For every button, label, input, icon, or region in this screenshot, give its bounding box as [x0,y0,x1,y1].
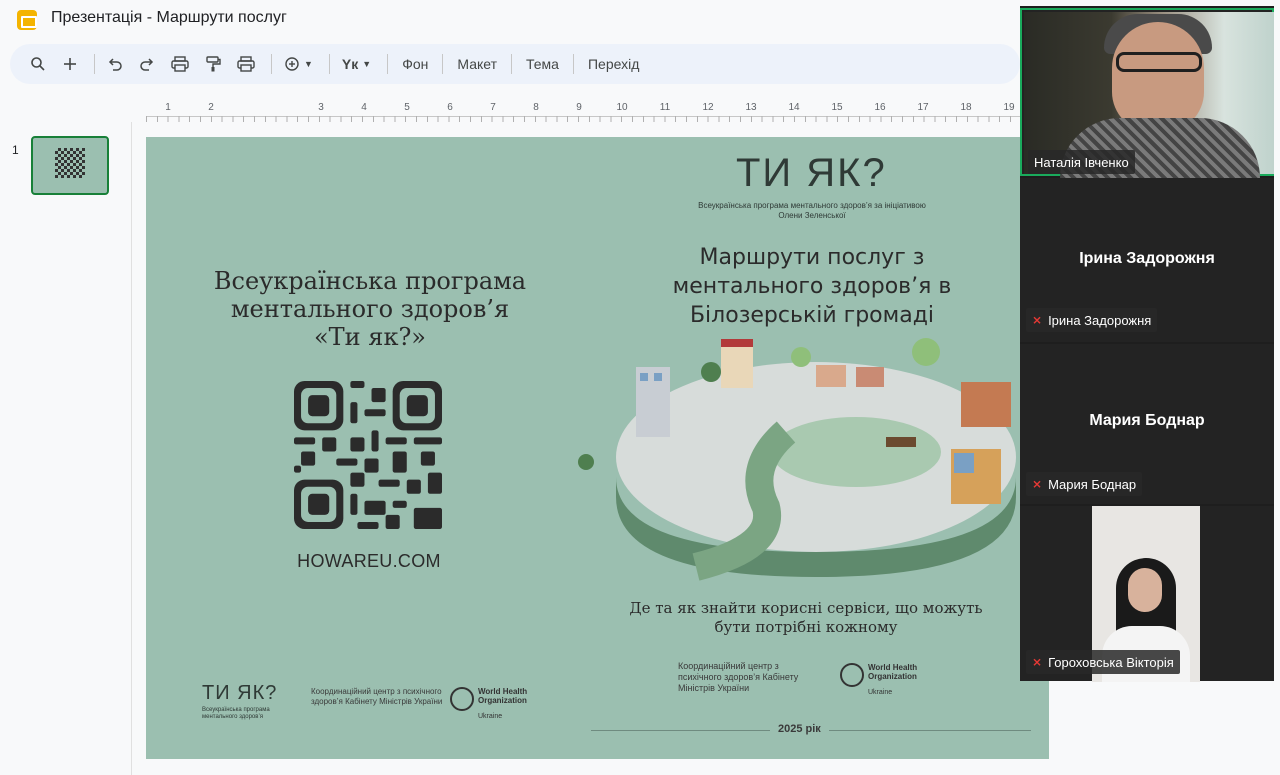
participant-name-label: ⨯ Мария Боднар [1026,472,1143,496]
participant-name: Наталія Івченко [1034,154,1129,170]
ruler-label: 6 [447,102,453,113]
bottom-logo-subtitle: Всеукраїнська програма ментального здоро… [202,707,270,720]
ruler-label: 2 [208,102,214,113]
slide-main-title: Маршрути послуг з ментального здоров’я в… [672,245,952,328]
ruler-label: 14 [788,102,800,113]
undo-icon[interactable] [101,50,129,78]
ruler-label: 12 [702,102,714,113]
layout-button[interactable]: Макет [449,56,505,72]
qr-code [294,381,442,529]
participant-name: Ірина Задорожня [1048,312,1152,328]
participant-tile[interactable]: ⨯ Гороховська Вікторія [1020,506,1274,682]
chevron-down-icon: ▼ [304,59,313,69]
chevron-down-icon: ▼ [362,59,372,69]
slide-left-title: Всеукраїнська програма ментального здоро… [213,267,527,351]
participant-name-label: Наталія Івченко [1028,150,1135,174]
toolbar-divider [271,54,272,74]
who-country: Ukraine [868,689,893,696]
ruler-ticks [146,116,1020,122]
video-person-face [1128,568,1162,612]
participant-tile[interactable]: Мария Боднар ⨯ Мария Боднар [1020,344,1274,504]
participant-tile[interactable]: Наталія Івченко [1020,8,1274,178]
document-title[interactable]: Презентація - Маршрути послуг [51,9,287,27]
video-person-face [1112,22,1204,132]
coordination-center-text: Координаційний центр з психічного здоров… [678,661,799,693]
toolbar: ▼ Yк ▼ Фон Макет Тема Перехід [10,44,1020,84]
theme-button[interactable]: Тема [518,56,567,72]
ruler-label: 10 [616,102,628,113]
paint-format-icon[interactable] [199,50,227,78]
ruler-label: 1 [165,102,171,113]
toolbar-divider [387,54,389,74]
video-person-glasses [1116,52,1202,72]
language-selector[interactable]: Yк ▼ [336,50,377,78]
participant-tile[interactable]: Ірина Задорожня ⨯ Ірина Задорожня [1020,178,1274,342]
toolbar-divider [572,54,574,74]
participant-name-large: Мария Боднар [1089,412,1205,429]
video-call-panel: Наталія Івченко Ірина Задорожня ⨯ Ірина … [1020,6,1274,682]
zoom-icon[interactable]: ▼ [278,50,319,78]
ti-yak-logo: ТИ ЯК? [736,151,887,195]
mic-muted-icon: ⨯ [1032,655,1043,669]
mic-muted-icon: ⨯ [1032,313,1043,327]
toolbar-divider [328,54,330,74]
ruler-label: 9 [576,102,582,113]
ruler-label: 18 [960,102,972,113]
participant-name: Мария Боднар [1048,476,1137,492]
thumbnail-qr-preview [55,148,85,178]
who-name: World Health Organization [478,687,528,705]
who-globe-icon [450,687,474,711]
ruler-label: 13 [745,102,757,113]
print-alt-icon[interactable] [231,50,261,78]
ruler-label: 15 [831,102,843,113]
ruler-label: 5 [404,102,410,113]
ruler-label: 16 [874,102,886,113]
mic-muted-icon: ⨯ [1032,477,1043,491]
ruler-label: 11 [659,102,671,113]
ruler-label: 7 [490,102,496,113]
transition-button[interactable]: Перехід [580,56,647,72]
ruler-label: 17 [917,102,929,113]
bottom-coordination-text: Координаційний центр з психічного здоров… [311,687,443,706]
slide-url: HOWAREU.COM [297,551,441,571]
who-name: World Health Organization [868,663,918,681]
participant-name-large: Ірина Задорожня [1079,250,1215,267]
add-icon[interactable] [56,50,84,78]
language-label: Yк [341,56,359,72]
logo-subtitle: Всеукраїнська програма ментального здоро… [698,201,926,220]
search-icon[interactable] [24,50,52,78]
slide-thumbnail[interactable] [31,136,109,195]
background-button[interactable]: Фон [394,56,436,72]
ruler-label: 4 [361,102,367,113]
horizontal-ruler[interactable]: 1 2 3 4 5 6 7 8 9 10 11 12 13 14 15 16 1… [146,102,1020,122]
who-country: Ukraine [478,713,503,720]
city-illustration [578,338,1016,581]
who-globe-icon [840,663,864,687]
ruler-label: 8 [533,102,539,113]
filmstrip-divider[interactable] [131,122,132,775]
slide-canvas[interactable]: Всеукраїнська програма ментального здоро… [146,137,1049,759]
redo-icon[interactable] [133,50,161,78]
slide-year: 2025 рік [770,723,829,735]
ruler-label: 19 [1003,102,1015,113]
ruler-label: 3 [318,102,324,113]
participant-name: Гороховська Вікторія [1048,654,1174,670]
participant-name-label: ⨯ Гороховська Вікторія [1026,650,1180,674]
bottom-ti-yak-logo: ТИ ЯК? [202,682,278,704]
participant-name-label: ⨯ Ірина Задорожня [1026,308,1158,332]
slides-app-icon[interactable] [17,10,37,30]
toolbar-divider [511,54,512,74]
slide-subtitle: Де та як знайти корисні сервіси, що можу… [629,599,983,636]
toolbar-divider [94,54,95,74]
toolbar-divider [442,54,444,74]
print-icon[interactable] [165,50,195,78]
slide-number: 1 [12,143,19,157]
